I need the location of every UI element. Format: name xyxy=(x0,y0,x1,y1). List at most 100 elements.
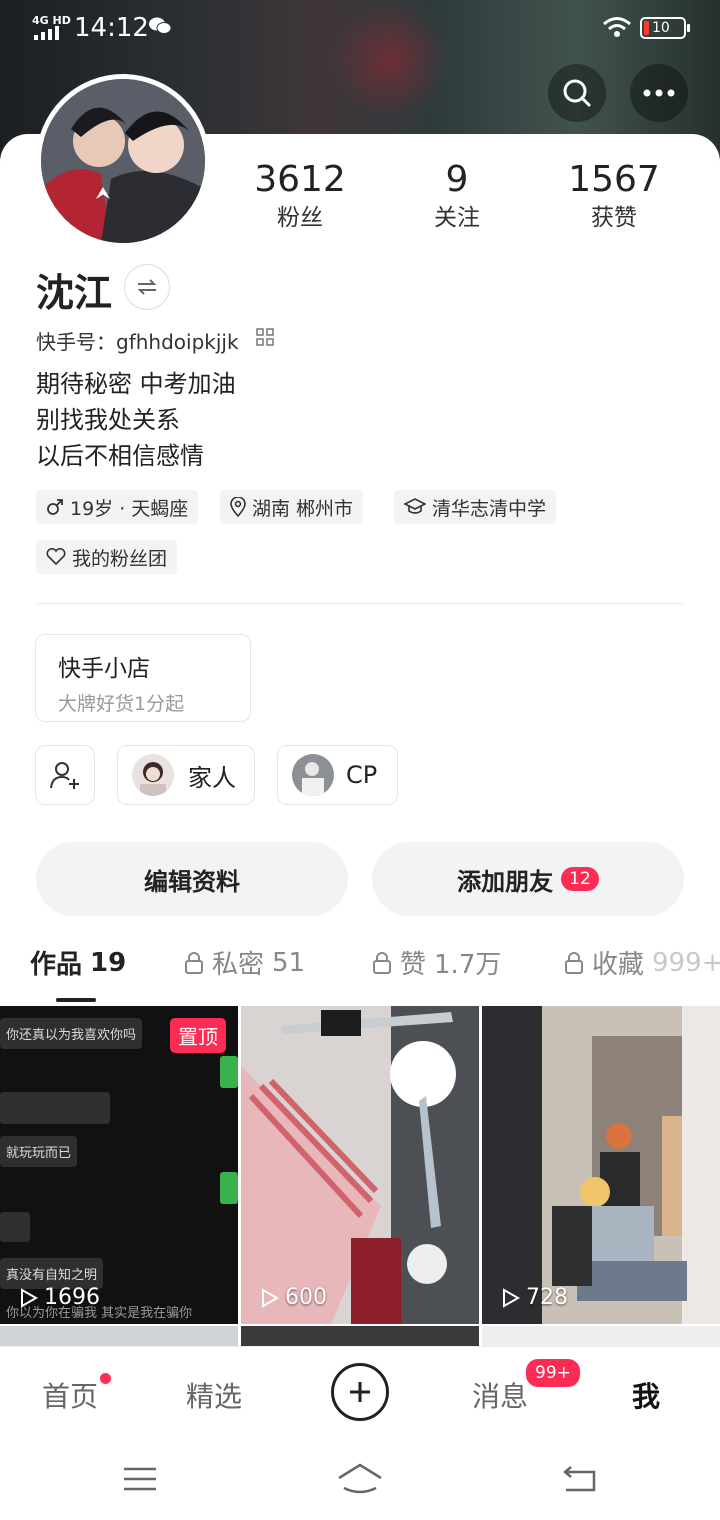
lock-icon xyxy=(565,951,583,974)
avatar-image xyxy=(41,79,205,243)
add-relation-button[interactable] xyxy=(35,745,95,805)
divider xyxy=(36,603,684,604)
school-icon xyxy=(404,498,426,514)
tab-likes[interactable]: 赞 1.7万 xyxy=(372,944,501,981)
back-icon[interactable] xyxy=(560,1464,598,1494)
add-user-icon xyxy=(50,762,79,789)
wechat-icon xyxy=(149,17,172,34)
signal-icon xyxy=(34,26,59,40)
tab-favorites-count: 999+ xyxy=(652,947,720,978)
bio-line: 别找我处关系 xyxy=(36,406,180,434)
male-icon xyxy=(47,499,63,515)
wifi-icon xyxy=(603,17,631,37)
play-count-value: 600 xyxy=(285,1285,327,1310)
play-icon xyxy=(21,1287,38,1308)
bottom-navigation: 首页 精选 消息 99+ 我 xyxy=(0,1346,720,1436)
clock: 14:12 xyxy=(74,13,149,43)
menu-icon[interactable] xyxy=(122,1466,158,1492)
tab-works[interactable]: 作品 19 xyxy=(30,944,126,981)
tab-private[interactable]: 私密 51 xyxy=(184,944,305,981)
kuaishou-shop-card[interactable]: 快手小店 大牌好货1分起 xyxy=(35,634,251,722)
battery-icon: 10 xyxy=(640,17,690,39)
tab-private-count: 51 xyxy=(272,947,306,978)
chip-cp[interactable]: CP xyxy=(277,745,398,805)
home-icon[interactable] xyxy=(336,1462,384,1494)
lock-icon xyxy=(373,951,391,974)
likes-label: 获赞 xyxy=(591,205,637,231)
play-count-value: 728 xyxy=(526,1285,568,1310)
status-bar: 4G HD 14:12 10 xyxy=(0,0,720,58)
stat-following[interactable]: 9 关注 xyxy=(377,158,537,234)
tab-works-count: 19 xyxy=(90,947,127,978)
tag-age-text: 19岁 · 天蝎座 xyxy=(70,497,189,520)
battery-level: 10 xyxy=(652,20,670,36)
tag-age: 19岁 · 天蝎座 xyxy=(36,490,199,524)
video-thumbnail[interactable]: 600 xyxy=(241,1006,479,1324)
play-count: 1696 xyxy=(20,1285,100,1310)
shop-subtitle: 大牌好货1分起 xyxy=(58,693,185,715)
family-avatar xyxy=(132,754,174,796)
chip-cp-label: CP xyxy=(346,761,378,789)
lock-icon xyxy=(185,951,203,974)
content-tabs: 作品 19 私密 51 赞 1.7万 收藏 999+ xyxy=(0,944,720,1004)
fans-count: 3612 xyxy=(254,159,346,200)
add-friend-badge: 12 xyxy=(561,867,599,891)
messages-badge: 99+ xyxy=(524,1357,582,1389)
tab-favorites[interactable]: 收藏 999+ xyxy=(564,944,720,981)
create-button[interactable] xyxy=(331,1363,389,1421)
tab-works-label: 作品 xyxy=(30,950,83,980)
nav-featured[interactable]: 精选 xyxy=(186,1375,242,1415)
more-button[interactable] xyxy=(630,64,688,122)
system-navigation-bar xyxy=(0,1436,720,1520)
search-icon xyxy=(563,79,591,107)
edit-profile-button[interactable]: 编辑资料 xyxy=(36,842,348,916)
chat-text: 就玩玩而已 xyxy=(0,1136,78,1167)
chat-text: 你还真以为我喜欢你吗 xyxy=(0,1018,143,1049)
stat-likes[interactable]: 1567 获赞 xyxy=(534,158,694,234)
kuaishou-id-label: 快手号： xyxy=(36,330,116,354)
kuaishou-id-value: gfhhdoipkjjk xyxy=(116,330,239,354)
video-image xyxy=(241,1006,479,1324)
add-friend-button[interactable]: 添加朋友 12 xyxy=(372,842,684,916)
tab-private-label: 私密 xyxy=(212,950,265,980)
avatar[interactable] xyxy=(36,74,210,248)
nav-messages[interactable]: 消息 xyxy=(472,1375,528,1415)
stat-fans[interactable]: 3612 粉丝 xyxy=(220,158,380,234)
tab-likes-count: 1.7万 xyxy=(434,950,502,980)
nav-home[interactable]: 首页 xyxy=(42,1375,98,1415)
likes-count: 1567 xyxy=(568,159,660,200)
tag-fan-group[interactable]: 我的粉丝团 xyxy=(36,540,178,574)
qr-code-icon[interactable] xyxy=(256,328,274,346)
swap-icon xyxy=(137,279,157,295)
video-image xyxy=(482,1006,720,1324)
tab-favorites-label: 收藏 xyxy=(592,950,645,980)
pinned-badge: 置顶 xyxy=(170,1018,226,1053)
shop-title: 快手小店 xyxy=(58,656,150,682)
bio: 期待秘密 中考加油 别找我处关系 以后不相信感情 xyxy=(36,366,236,474)
search-button[interactable] xyxy=(548,64,606,122)
nav-me[interactable]: 我 xyxy=(632,1375,660,1415)
add-friend-label: 添加朋友 xyxy=(457,867,554,896)
video-thumbnail[interactable]: 你还真以为我喜欢你吗 就玩玩而已 真没有自知之明 你以为你在骗我 其实是我在骗你… xyxy=(0,1006,238,1324)
fans-label: 粉丝 xyxy=(277,205,323,231)
tag-school-text: 清华志清中学 xyxy=(432,497,547,520)
tab-likes-label: 赞 xyxy=(400,950,427,980)
edit-profile-label: 编辑资料 xyxy=(144,867,240,896)
play-count: 728 xyxy=(502,1285,568,1310)
following-label: 关注 xyxy=(434,205,480,231)
tag-fan-group-text: 我的粉丝团 xyxy=(72,547,168,570)
tag-location-text: 湖南 郴州市 xyxy=(252,497,354,520)
heart-icon xyxy=(46,548,66,566)
profile-name: 沈江 xyxy=(36,271,113,315)
kuaishou-id[interactable]: 快手号：gfhhdoipkjjk xyxy=(36,326,239,355)
chip-family-label: 家人 xyxy=(188,763,236,792)
home-notification-dot xyxy=(100,1373,111,1384)
bio-line: 以后不相信感情 xyxy=(36,442,204,470)
chip-family[interactable]: 家人 xyxy=(117,745,255,805)
cp-avatar xyxy=(292,754,334,796)
bio-line: 期待秘密 中考加油 xyxy=(36,370,236,398)
tag-school: 清华志清中学 xyxy=(394,490,557,524)
following-count: 9 xyxy=(445,159,469,200)
video-thumbnail[interactable]: 728 xyxy=(482,1006,720,1324)
switch-account-button[interactable] xyxy=(124,264,170,310)
